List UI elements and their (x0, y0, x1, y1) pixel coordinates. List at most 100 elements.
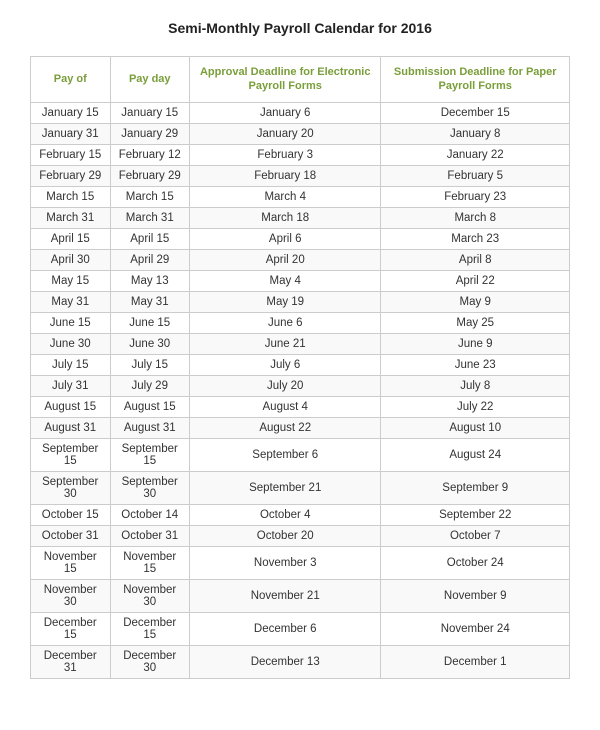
table-row: October 15October 14October 4September 2… (31, 504, 570, 525)
cell-r11-c0: June 30 (31, 333, 111, 354)
cell-r21-c0: November 30 (31, 579, 111, 612)
cell-r0-c0: January 15 (31, 102, 111, 123)
cell-r16-c1: September 15 (110, 438, 190, 471)
table-row: December 15December 15December 6November… (31, 612, 570, 645)
cell-r1-c2: January 20 (190, 123, 381, 144)
cell-r20-c3: October 24 (381, 546, 570, 579)
cell-r23-c1: December 30 (110, 645, 190, 678)
cell-r18-c2: October 4 (190, 504, 381, 525)
cell-r6-c2: April 6 (190, 228, 381, 249)
cell-r8-c2: May 4 (190, 270, 381, 291)
cell-r6-c1: April 15 (110, 228, 190, 249)
table-row: June 30June 30June 21June 9 (31, 333, 570, 354)
cell-r15-c2: August 22 (190, 417, 381, 438)
cell-r13-c0: July 31 (31, 375, 111, 396)
cell-r8-c1: May 13 (110, 270, 190, 291)
cell-r18-c3: September 22 (381, 504, 570, 525)
cell-r12-c1: July 15 (110, 354, 190, 375)
cell-r20-c0: November 15 (31, 546, 111, 579)
cell-r11-c1: June 30 (110, 333, 190, 354)
table-row: February 15February 12February 3January … (31, 144, 570, 165)
cell-r16-c2: September 6 (190, 438, 381, 471)
cell-r17-c1: September 30 (110, 471, 190, 504)
cell-r10-c1: June 15 (110, 312, 190, 333)
table-row: April 15April 15April 6March 23 (31, 228, 570, 249)
cell-r10-c3: May 25 (381, 312, 570, 333)
cell-r9-c0: May 31 (31, 291, 111, 312)
cell-r2-c0: February 15 (31, 144, 111, 165)
col2-header: Pay day (110, 57, 190, 103)
col3-header: Approval Deadline for Electronic Payroll… (190, 57, 381, 103)
cell-r17-c2: September 21 (190, 471, 381, 504)
cell-r12-c0: July 15 (31, 354, 111, 375)
cell-r21-c3: November 9 (381, 579, 570, 612)
cell-r15-c0: August 31 (31, 417, 111, 438)
cell-r8-c3: April 22 (381, 270, 570, 291)
cell-r7-c1: April 29 (110, 249, 190, 270)
cell-r13-c2: July 20 (190, 375, 381, 396)
table-row: July 31July 29July 20July 8 (31, 375, 570, 396)
cell-r3-c2: February 18 (190, 165, 381, 186)
cell-r18-c1: October 14 (110, 504, 190, 525)
cell-r23-c0: December 31 (31, 645, 111, 678)
table-row: January 15January 15January 6December 15 (31, 102, 570, 123)
cell-r4-c1: March 15 (110, 186, 190, 207)
cell-r14-c0: August 15 (31, 396, 111, 417)
cell-r9-c1: May 31 (110, 291, 190, 312)
cell-r21-c2: November 21 (190, 579, 381, 612)
cell-r4-c0: March 15 (31, 186, 111, 207)
table-row: December 31December 30December 13Decembe… (31, 645, 570, 678)
cell-r18-c0: October 15 (31, 504, 111, 525)
cell-r19-c2: October 20 (190, 525, 381, 546)
cell-r2-c3: January 22 (381, 144, 570, 165)
cell-r7-c2: April 20 (190, 249, 381, 270)
table-row: March 31March 31March 18March 8 (31, 207, 570, 228)
cell-r13-c3: July 8 (381, 375, 570, 396)
cell-r10-c0: June 15 (31, 312, 111, 333)
cell-r16-c0: September 15 (31, 438, 111, 471)
cell-r12-c3: June 23 (381, 354, 570, 375)
cell-r20-c2: November 3 (190, 546, 381, 579)
table-row: October 31October 31October 20October 7 (31, 525, 570, 546)
cell-r15-c1: August 31 (110, 417, 190, 438)
table-row: November 15November 15November 3October … (31, 546, 570, 579)
cell-r22-c0: December 15 (31, 612, 111, 645)
col1-header: Pay of (31, 57, 111, 103)
cell-r23-c2: December 13 (190, 645, 381, 678)
payroll-calendar-table: Pay of Pay day Approval Deadline for Ele… (30, 56, 570, 679)
cell-r23-c3: December 1 (381, 645, 570, 678)
cell-r4-c3: February 23 (381, 186, 570, 207)
table-row: March 15March 15March 4February 23 (31, 186, 570, 207)
cell-r2-c2: February 3 (190, 144, 381, 165)
table-row: August 15August 15August 4July 22 (31, 396, 570, 417)
cell-r3-c1: February 29 (110, 165, 190, 186)
table-row: September 30September 30September 21Sept… (31, 471, 570, 504)
cell-r12-c2: July 6 (190, 354, 381, 375)
col4-header: Submission Deadline for Paper Payroll Fo… (381, 57, 570, 103)
cell-r13-c1: July 29 (110, 375, 190, 396)
cell-r4-c2: March 4 (190, 186, 381, 207)
cell-r9-c3: May 9 (381, 291, 570, 312)
cell-r0-c2: January 6 (190, 102, 381, 123)
table-row: September 15September 15September 6Augus… (31, 438, 570, 471)
cell-r6-c3: March 23 (381, 228, 570, 249)
cell-r3-c3: February 5 (381, 165, 570, 186)
cell-r5-c3: March 8 (381, 207, 570, 228)
cell-r5-c0: March 31 (31, 207, 111, 228)
cell-r15-c3: August 10 (381, 417, 570, 438)
cell-r21-c1: November 30 (110, 579, 190, 612)
cell-r0-c1: January 15 (110, 102, 190, 123)
cell-r19-c3: October 7 (381, 525, 570, 546)
table-row: November 30November 30November 21Novembe… (31, 579, 570, 612)
cell-r22-c1: December 15 (110, 612, 190, 645)
cell-r1-c1: January 29 (110, 123, 190, 144)
cell-r7-c0: April 30 (31, 249, 111, 270)
cell-r11-c3: June 9 (381, 333, 570, 354)
cell-r14-c2: August 4 (190, 396, 381, 417)
cell-r17-c3: September 9 (381, 471, 570, 504)
cell-r0-c3: December 15 (381, 102, 570, 123)
cell-r5-c1: March 31 (110, 207, 190, 228)
cell-r3-c0: February 29 (31, 165, 111, 186)
cell-r2-c1: February 12 (110, 144, 190, 165)
cell-r1-c3: January 8 (381, 123, 570, 144)
